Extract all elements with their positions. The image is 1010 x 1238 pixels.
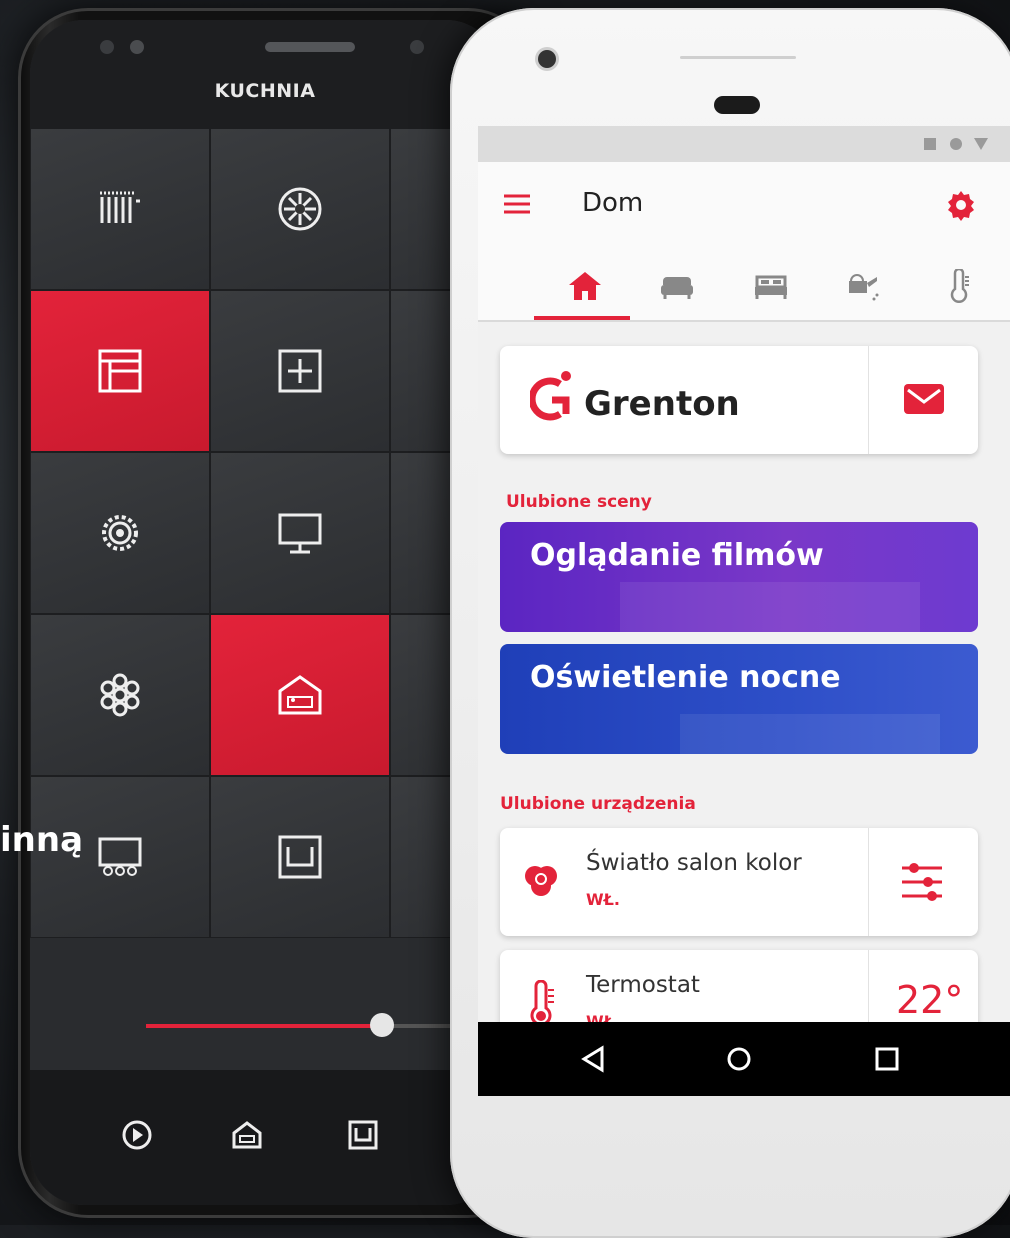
- status-bar: [478, 126, 1010, 162]
- camera-dot: [130, 40, 144, 54]
- speaker-line: [680, 56, 796, 59]
- panel-lights-icon: [98, 837, 142, 876]
- oven-icon[interactable]: [346, 1118, 380, 1152]
- tab-living-room[interactable]: [652, 266, 702, 306]
- tile-scene-active[interactable]: [210, 614, 390, 776]
- fan-icon: [278, 187, 322, 231]
- front-camera: [538, 50, 556, 68]
- brand-card: Grenton: [500, 346, 978, 454]
- tile-tv[interactable]: [210, 452, 390, 614]
- tile-led[interactable]: [30, 614, 210, 776]
- device-name: Światło salon kolor: [586, 850, 802, 876]
- armchair-icon: [661, 277, 693, 299]
- tab-garden[interactable]: [838, 266, 888, 306]
- gear-icon: [102, 515, 138, 551]
- android-nav-bar: [478, 1022, 1010, 1096]
- scene-card-night-light[interactable]: Oświetlenie nocne: [500, 644, 978, 754]
- rgb-light-icon: [525, 866, 557, 896]
- watering-can-icon: [849, 274, 879, 301]
- scene-label: Oświetlenie nocne: [530, 660, 841, 695]
- thermometer-icon: [530, 980, 554, 1026]
- window-blind-icon: [98, 349, 142, 393]
- radiator-icon: [100, 191, 140, 223]
- slider-fill: [146, 1024, 386, 1028]
- app-screen: Dom Grenton Ulubione sceny Oglądanie fil…: [478, 126, 1010, 1096]
- speaker-grille: [265, 42, 355, 52]
- tab-climate[interactable]: [934, 266, 984, 306]
- camera-dot: [410, 40, 424, 54]
- back-icon[interactable]: [576, 1042, 610, 1076]
- house-bed-icon: [278, 675, 322, 715]
- recents-icon[interactable]: [870, 1042, 904, 1076]
- mail-icon[interactable]: [904, 384, 944, 414]
- background-phone-screen: KUCHNIA: [30, 20, 500, 1205]
- page-title: Dom: [582, 188, 644, 218]
- section-title-devices: Ulubione urządzenia: [500, 794, 696, 814]
- tile-radiator[interactable]: [30, 128, 210, 290]
- temperature-value: 22°: [896, 978, 964, 1022]
- section-title-scenes: Ulubione sceny: [506, 492, 652, 512]
- device-name: Termostat: [586, 972, 700, 998]
- scene-image: [620, 582, 920, 632]
- divider: [868, 828, 869, 936]
- background-phone: KUCHNIA inną: [0, 0, 538, 1225]
- house-scene-icon[interactable]: [230, 1118, 264, 1152]
- status-icons: [924, 138, 988, 150]
- settings-gear-icon[interactable]: [944, 188, 978, 222]
- scene-image: [680, 714, 940, 754]
- scene-card-movies[interactable]: Oglądanie filmów: [500, 522, 978, 632]
- grenton-logo-icon: [530, 371, 571, 421]
- hamburger-menu-icon[interactable]: [502, 192, 532, 216]
- tile-oven[interactable]: [210, 776, 390, 938]
- home-circle-icon[interactable]: [722, 1042, 756, 1076]
- scene-label: Oglądanie filmów: [530, 538, 824, 573]
- tile-add[interactable]: [210, 290, 390, 452]
- tab-home[interactable]: [560, 266, 610, 306]
- active-tab-indicator: [534, 316, 630, 320]
- bed-icon: [755, 275, 787, 299]
- background-phone-bottombar: [30, 1070, 500, 1205]
- tab-bedroom[interactable]: [746, 266, 796, 306]
- brand-name: Grenton: [584, 384, 740, 424]
- earpiece: [714, 96, 760, 114]
- tile-settings[interactable]: [30, 452, 210, 614]
- device-state: WŁ.: [586, 890, 620, 909]
- thermometer-icon: [950, 269, 969, 303]
- slider-handle[interactable]: [370, 1013, 394, 1037]
- room-title: KUCHNIA: [214, 80, 316, 102]
- sliders-icon[interactable]: [900, 860, 944, 904]
- device-card-rgb-light[interactable]: Światło salon kolor WŁ.: [500, 828, 978, 936]
- camera-dot: [100, 40, 114, 54]
- play-icon[interactable]: [120, 1118, 154, 1152]
- home-icon: [569, 272, 601, 300]
- plus-box-icon: [278, 349, 322, 393]
- background-phone-topbar: KUCHNIA: [30, 20, 500, 130]
- tile-window-active[interactable]: [30, 290, 210, 452]
- oven-icon: [278, 835, 322, 879]
- app-bar: Dom: [478, 162, 1010, 322]
- led-cluster-icon: [100, 673, 140, 717]
- tile-fan[interactable]: [210, 128, 390, 290]
- cropped-side-text: inną: [0, 820, 84, 860]
- monitor-icon: [278, 513, 322, 554]
- divider: [868, 346, 869, 454]
